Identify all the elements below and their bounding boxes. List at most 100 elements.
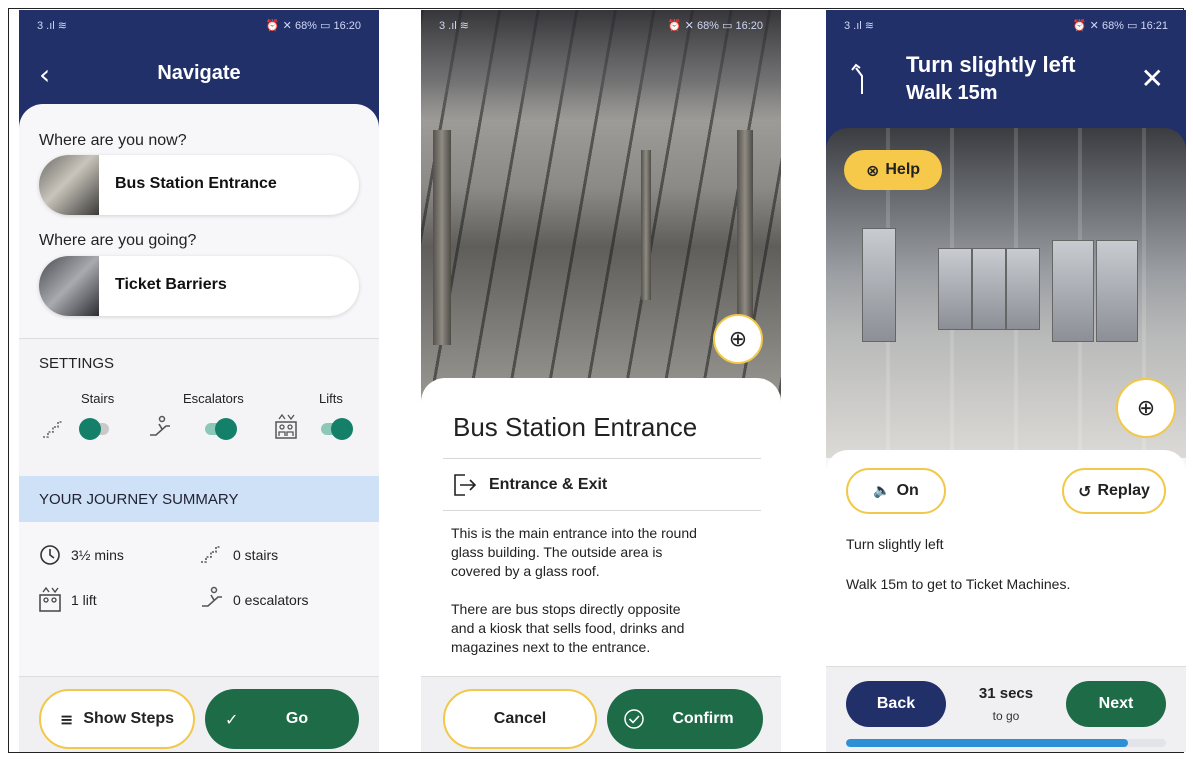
sound-toggle-button[interactable]: 🔈 On: [846, 468, 946, 514]
photo-machine: [862, 228, 896, 342]
desc-line: and a kiosk that sells food, drinks and: [451, 620, 685, 636]
back-button[interactable]: Back: [846, 681, 946, 727]
phone-navigate: 3 .ıl ≋ ⏰ ✕ 68% ▭ 16:20 ‹ Navigate Where…: [19, 10, 379, 752]
zoom-in-icon[interactable]: ⊕: [713, 314, 763, 364]
photo-pillar: [433, 130, 451, 345]
photo-machine: [972, 248, 1006, 330]
journey-summary-title: YOUR JOURNEY SUMMARY: [39, 491, 239, 508]
summary-escalators: 0 escalators: [233, 592, 309, 608]
stairs-icon: [43, 421, 63, 438]
toggle-lifts[interactable]: [321, 418, 353, 440]
to-location-field[interactable]: Ticket Barriers: [39, 256, 359, 316]
status-bar: 3 .ıl ≋ ⏰ ✕ 68% ▭ 16:20: [19, 10, 379, 40]
toggle-knob: [215, 418, 237, 440]
step-detail-sheet: 🔈 On ↺ Replay Turn slightly left Walk 15…: [826, 450, 1186, 670]
clock-icon: [40, 545, 60, 565]
setting-label-escalators: Escalators: [183, 391, 244, 406]
escalator-icon: [150, 415, 170, 436]
photo-pillar: [641, 150, 651, 300]
time-remaining: 31 secs: [978, 685, 1034, 702]
place-title: Bus Station Entrance: [453, 412, 698, 442]
time-remaining-suffix: to go: [992, 709, 1020, 723]
menu-lines-icon: ≡: [59, 709, 74, 729]
to-location-thumbnail: [39, 256, 99, 316]
confirm-button[interactable]: Confirm: [607, 689, 763, 749]
step-progress-bar: [846, 739, 1166, 747]
zoom-in-icon[interactable]: ⊕: [1116, 378, 1176, 438]
divider: [443, 510, 761, 511]
settings-header: SETTINGS: [39, 355, 115, 372]
bottom-action-bar: ≡ Show Steps ✓ Go: [19, 676, 379, 752]
toggle-stairs[interactable]: [79, 418, 109, 440]
instruction-heading: Turn slightly left: [906, 52, 1076, 77]
page-title: Navigate: [157, 62, 241, 84]
place-category: Entrance & Exit: [489, 476, 608, 493]
divider: [443, 458, 761, 459]
step-text-2: Walk 15m to get to Ticket Machines.: [846, 576, 1071, 592]
cancel-button[interactable]: Cancel: [443, 689, 597, 749]
cancel-label: Cancel: [493, 710, 547, 727]
status-right: ⏰ ✕ 68% ▭ 16:20: [265, 19, 361, 32]
bottom-action-bar: Cancel Confirm: [421, 676, 781, 752]
to-question: Where are you going?: [39, 232, 197, 249]
lift-icon: [275, 413, 297, 439]
from-location-field[interactable]: Bus Station Entrance: [39, 155, 359, 215]
show-steps-button[interactable]: ≡ Show Steps: [39, 689, 195, 749]
place-description-2: There are bus stops directly opposite an…: [451, 600, 751, 657]
place-detail-sheet: Bus Station Entrance Entrance & Exit Thi…: [421, 378, 781, 688]
speaker-icon: 🔈: [873, 483, 891, 499]
photo-machine: [938, 248, 972, 330]
journey-summary-header: YOUR JOURNEY SUMMARY: [19, 476, 379, 522]
status-bar: 3 .ıl ≋ ⏰ ✕ 68% ▭ 16:21: [826, 10, 1186, 40]
next-button[interactable]: Next: [1066, 681, 1166, 727]
status-signal: 3 .ıl ≋: [439, 19, 470, 32]
from-location-name: Bus Station Entrance: [115, 175, 277, 192]
confirm-label: Confirm: [672, 710, 734, 727]
go-button[interactable]: ✓ Go: [205, 689, 359, 749]
bottom-nav-bar: Back 31 secs to go Next: [826, 666, 1186, 752]
setting-label-lifts: Lifts: [319, 391, 343, 406]
step-text-1: Turn slightly left: [846, 536, 944, 552]
status-right: ⏰ ✕ 68% ▭ 16:20: [667, 19, 763, 32]
show-steps-label: Show Steps: [83, 710, 175, 727]
lift-icon: [39, 586, 61, 612]
status-signal: 3 .ıl ≋: [37, 19, 68, 32]
escalator-icon: [202, 586, 222, 607]
help-button[interactable]: ⊗ Help: [844, 150, 942, 190]
toggle-knob: [79, 418, 101, 440]
settings-section: SETTINGS Stairs Escalators Lifts: [19, 338, 379, 479]
status-bar: 3 .ıl ≋ ⏰ ✕ 68% ▭ 16:20: [421, 10, 781, 40]
next-label: Next: [1098, 695, 1134, 712]
close-icon[interactable]: ✕: [1141, 62, 1164, 95]
summary-stairs: 0 stairs: [233, 547, 279, 563]
exit-door-icon: [454, 474, 477, 496]
step-progress-fill: [846, 739, 1128, 747]
place-description-1: This is the main entrance into the round…: [451, 524, 751, 581]
back-label: Back: [876, 695, 916, 712]
desc-line: covered by a glass roof.: [451, 563, 600, 579]
phone-step-instruction: 3 .ıl ≋ ⏰ ✕ 68% ▭ 16:21 Turn slightly le…: [826, 10, 1186, 752]
toggle-knob: [331, 418, 353, 440]
summary-time: 3½ mins: [71, 547, 124, 563]
desc-line: glass building. The outside area is: [451, 544, 663, 560]
replay-icon: ↺: [1078, 481, 1092, 501]
status-signal: 3 .ıl ≋: [844, 19, 875, 32]
turn-slight-left-icon: [851, 63, 863, 94]
replay-label: Replay: [1097, 482, 1150, 499]
replay-button[interactable]: ↺ Replay: [1062, 468, 1166, 514]
from-question: Where are you now?: [39, 132, 187, 149]
photo-machine: [1096, 240, 1138, 342]
from-location-thumbnail: [39, 155, 99, 215]
phone-place-detail: 3 .ıl ≋ ⏰ ✕ 68% ▭ 16:20 ⊕ Bus Station En…: [421, 10, 781, 752]
toggle-escalators[interactable]: [205, 418, 237, 440]
photo-machine: [1052, 240, 1094, 342]
help-label: Help: [885, 161, 921, 178]
go-label: Go: [285, 710, 309, 727]
desc-line: There are bus stops directly opposite: [451, 601, 681, 617]
summary-lifts: 1 lift: [71, 592, 97, 608]
distance-heading: Walk 15m: [906, 82, 998, 104]
check-icon: ✓: [225, 709, 239, 729]
desc-line: This is the main entrance into the round: [451, 525, 697, 541]
status-right: ⏰ ✕ 68% ▭ 16:21: [1072, 19, 1168, 32]
setting-label-stairs: Stairs: [81, 391, 115, 406]
